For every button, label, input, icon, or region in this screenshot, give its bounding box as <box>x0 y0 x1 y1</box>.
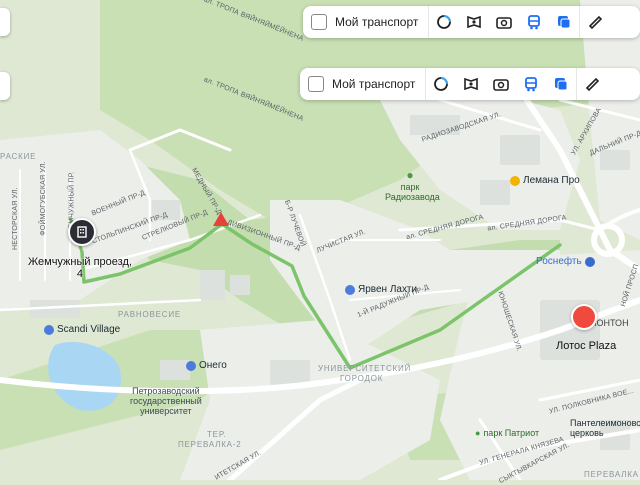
district-label: ТЕР. <box>207 430 227 439</box>
shop-icon <box>510 175 520 186</box>
house-icon <box>345 284 355 295</box>
photo-icon[interactable] <box>486 68 516 100</box>
poi-scandi[interactable]: Scandi Village <box>44 324 120 335</box>
poi-park-patriot[interactable]: ● парк Патриот <box>475 428 539 438</box>
tree-icon: ● <box>475 428 481 438</box>
panorama-icon[interactable] <box>459 6 489 38</box>
house-icon <box>186 360 196 371</box>
poi-onego[interactable]: Онего <box>186 360 227 371</box>
poi-label: Роснефть <box>536 256 582 267</box>
map-toolbar-ghost: Мой транспорт <box>303 6 640 38</box>
photo-icon[interactable] <box>489 6 519 38</box>
park-name-line2: Радиозавода <box>385 192 440 202</box>
transit-icon[interactable] <box>519 6 549 38</box>
poi-yarven[interactable]: Ярвен Лахти <box>345 284 417 295</box>
poi-lemana[interactable]: Лемана Про <box>510 175 580 186</box>
address-pin-icon[interactable] <box>68 218 96 246</box>
address-line1: Жемчужный проезд, <box>28 256 132 268</box>
fuel-icon <box>584 256 595 267</box>
map-layers-icon[interactable] <box>426 68 456 100</box>
house-icon <box>44 324 54 335</box>
district-label: УНИВЕРСИТЕТСКИЙ <box>318 364 412 373</box>
poi-label: Пантелеимоновская <box>570 418 640 428</box>
poi-label: Петрозаводский <box>132 386 200 396</box>
district-label: ПЕРЕВАЛКА-2 <box>178 440 242 449</box>
poi-lotos[interactable]: Лотос Plaza <box>556 340 616 352</box>
park-radiozavoda[interactable]: ● парк Радиозавода <box>385 168 440 202</box>
poi-label: Лемана Про <box>523 175 580 186</box>
poi-label: университет <box>140 406 192 416</box>
panel-toggle-button[interactable] <box>0 8 10 36</box>
district-label: РАСКИЕ <box>0 152 37 161</box>
layers-icon[interactable] <box>549 6 579 38</box>
menu-toggle-button[interactable] <box>0 72 10 100</box>
tree-icon: ● <box>406 168 414 182</box>
ruler-icon[interactable] <box>580 6 610 38</box>
transport-checkbox[interactable] <box>308 76 324 92</box>
district-label: РАВНОВЕСИЕ <box>118 310 182 319</box>
district-label: ПЕРЕВАЛКА <box>584 470 639 479</box>
map-layers-icon[interactable] <box>429 6 459 38</box>
poi-rosneft[interactable]: Роснефть <box>536 256 595 267</box>
my-transport-label: Мой транспорт <box>332 77 416 91</box>
lotos-pin-icon[interactable] <box>571 304 597 330</box>
poi-label: Ярвен Лахти <box>358 284 418 295</box>
map-toolbar: Мой транспорт <box>300 68 640 100</box>
ruler-icon[interactable] <box>577 68 607 100</box>
poi-label: Онего <box>199 360 227 371</box>
panorama-icon[interactable] <box>456 68 486 100</box>
layers-icon[interactable] <box>546 68 576 100</box>
poi-university[interactable]: Петрозаводский государственный университ… <box>130 386 202 416</box>
poi-label: государственный <box>130 396 202 406</box>
street-label: НЕСТОРСКАЯ УЛ. <box>11 187 19 250</box>
transport-checkbox[interactable] <box>311 14 327 30</box>
poi-label: парк Патриот <box>483 428 540 438</box>
my-transport-toggle[interactable]: Мой транспорт <box>303 6 430 38</box>
my-transport-toggle[interactable]: Мой транспорт <box>300 68 427 100</box>
my-transport-label: Мой транспорт <box>335 15 419 29</box>
poi-panteleimon[interactable]: Пантелеимоновская церковь <box>570 418 640 438</box>
road-works-icon[interactable] <box>213 212 229 226</box>
street-label: ФОЙМОГУБСКАЯ УЛ. <box>39 161 47 236</box>
transit-icon[interactable] <box>516 68 546 100</box>
address-line2: 4 <box>76 268 84 280</box>
poi-label: церковь <box>570 428 604 438</box>
district-label: ГОРОДОК <box>340 374 384 383</box>
address-label: Жемчужный проезд, 4 <box>28 256 132 280</box>
poi-label: Scandi Village <box>57 324 121 335</box>
park-name-line1: парк <box>400 182 420 192</box>
